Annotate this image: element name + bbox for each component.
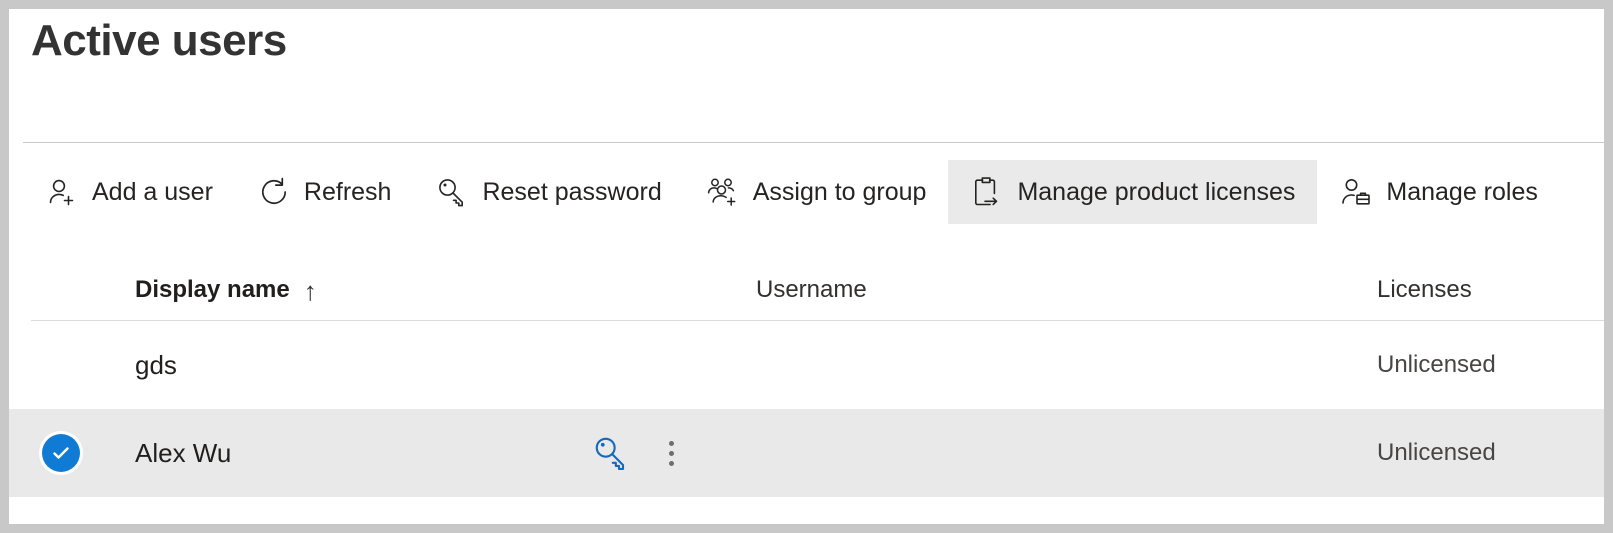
- column-header-licenses-label: Licenses: [1377, 276, 1472, 303]
- row-licenses: Unlicensed: [1377, 439, 1496, 466]
- select-all-cell[interactable]: [9, 259, 113, 321]
- column-header-display-name-label: Display name: [135, 276, 290, 303]
- row-display-name: gds: [135, 349, 177, 380]
- row-display-name-cell: Alex Wu: [113, 409, 573, 497]
- assign-to-group-label: Assign to group: [752, 177, 927, 206]
- page-title: Active users: [31, 16, 287, 65]
- refresh-icon: [257, 175, 291, 209]
- assign-to-group-button[interactable]: Assign to group: [684, 160, 949, 224]
- ellipsis-dot: [668, 450, 674, 456]
- app-window: Active users Add a user Refresh Reset pa…: [0, 0, 1613, 533]
- column-header-username[interactable]: Username: [756, 259, 867, 321]
- sort-ascending-icon[interactable]: ↑: [304, 278, 317, 304]
- commandbar: Add a user Refresh Reset password Assign…: [23, 151, 1560, 233]
- row-checkbox-cell[interactable]: [9, 321, 113, 409]
- row-actions: [587, 409, 693, 497]
- ellipsis-dot: [668, 440, 674, 446]
- clipboard-arrow-icon: [970, 175, 1004, 209]
- manage-product-licenses-button[interactable]: Manage product licenses: [948, 160, 1318, 224]
- user-briefcase-icon: [1339, 175, 1373, 209]
- ellipsis-dot: [668, 460, 674, 466]
- add-a-user-button[interactable]: Add a user: [23, 160, 235, 224]
- reset-password-label: Reset password: [482, 177, 662, 206]
- table-row[interactable]: Alex Wu Unlicensed: [9, 409, 1604, 497]
- table-row[interactable]: gds Unlicensed: [9, 321, 1604, 409]
- column-header-username-label: Username: [756, 276, 867, 303]
- column-header-display-name[interactable]: Display name ↑: [113, 259, 573, 321]
- reset-password-key-icon[interactable]: [587, 429, 635, 477]
- active-users-page: Active users Add a user Refresh Reset pa…: [9, 9, 1604, 524]
- row-display-name: Alex Wu: [135, 437, 232, 468]
- key-icon: [435, 175, 469, 209]
- column-header-licenses[interactable]: Licenses: [1377, 259, 1472, 321]
- table-header-row: Display name ↑ Username Licenses: [9, 259, 1604, 321]
- manage-product-licenses-label: Manage product licenses: [1017, 177, 1296, 206]
- row-checkbox-cell[interactable]: [9, 409, 113, 497]
- row-display-name-cell: gds: [113, 321, 573, 409]
- manage-roles-button[interactable]: Manage roles: [1317, 160, 1559, 224]
- users-table: Display name ↑ Username Licenses gds Unl…: [9, 259, 1604, 497]
- reset-password-button[interactable]: Reset password: [413, 160, 683, 224]
- assign-to-group-icon: [706, 175, 740, 209]
- row-licenses-cell: Unlicensed: [1377, 321, 1496, 409]
- add-a-user-label: Add a user: [92, 177, 213, 206]
- row-licenses: Unlicensed: [1377, 351, 1496, 378]
- row-checkbox-checked-icon[interactable]: [42, 434, 80, 472]
- add-user-icon: [45, 175, 79, 209]
- commandbar-top-divider: [23, 142, 1604, 143]
- refresh-button[interactable]: Refresh: [235, 160, 414, 224]
- row-licenses-cell: Unlicensed: [1377, 409, 1496, 497]
- more-options-icon[interactable]: [649, 429, 693, 477]
- manage-roles-label: Manage roles: [1386, 177, 1538, 206]
- refresh-label: Refresh: [303, 177, 392, 206]
